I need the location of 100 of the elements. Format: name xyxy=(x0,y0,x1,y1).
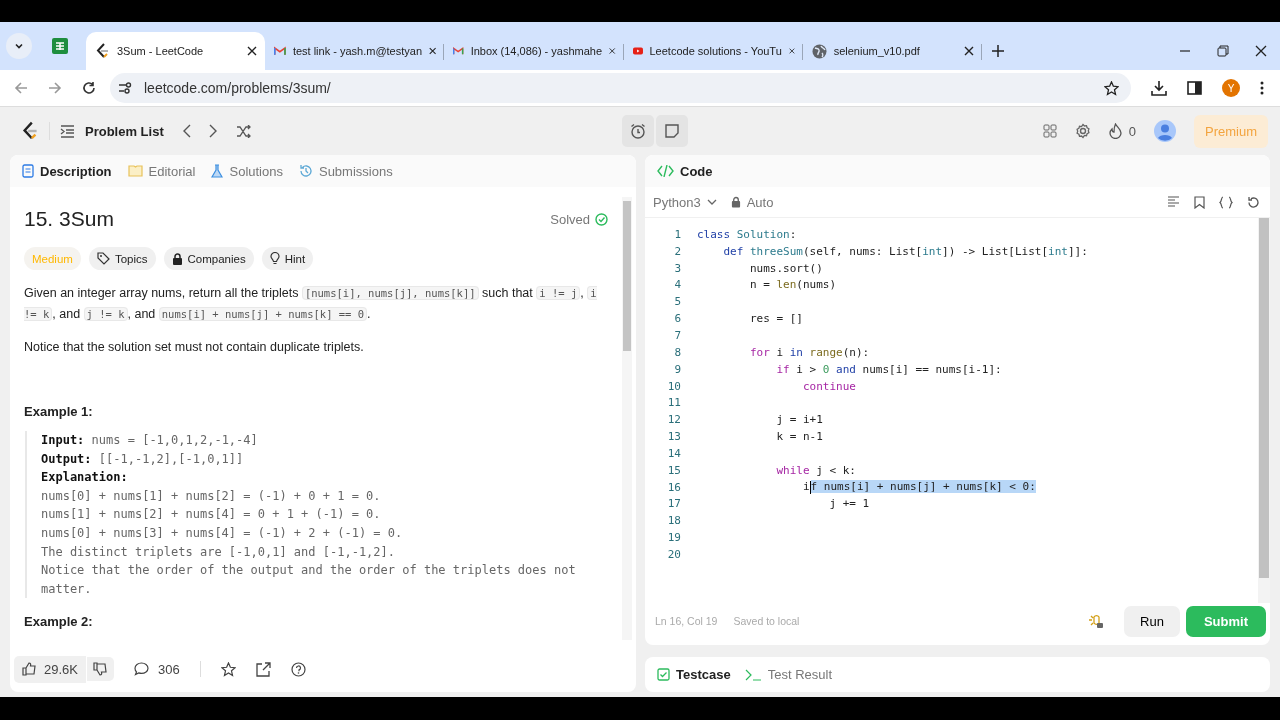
tag-chip[interactable]: Topics xyxy=(88,247,156,270)
like-button[interactable]: 29.6K xyxy=(14,655,86,683)
menu-icon[interactable] xyxy=(1260,81,1264,95)
code-line[interactable]: j += 1 xyxy=(697,497,870,511)
line-number: 7 xyxy=(673,329,681,342)
code-line[interactable]: res = [] xyxy=(697,312,803,326)
new-tab-icon[interactable] xyxy=(991,45,1004,57)
run-button[interactable]: Run xyxy=(1124,605,1180,637)
close-icon[interactable] xyxy=(429,46,437,56)
layout-icon[interactable] xyxy=(1042,124,1057,138)
scrollbar[interactable] xyxy=(1258,218,1270,603)
help-icon[interactable] xyxy=(290,661,306,677)
tag-chip[interactable]: Companies xyxy=(163,247,254,270)
flask-icon xyxy=(211,164,224,178)
mail-icon xyxy=(274,45,286,57)
reload-icon[interactable] xyxy=(82,81,96,95)
settings-icon[interactable] xyxy=(1074,123,1091,139)
chevron-down-icon xyxy=(706,199,717,205)
streak-counter[interactable]: 0 xyxy=(1108,123,1136,139)
notes-button[interactable] xyxy=(656,115,689,147)
leetcode-logo-icon[interactable] xyxy=(21,121,39,141)
braces-icon[interactable] xyxy=(1219,195,1233,209)
code-line[interactable]: for i in range(n): xyxy=(697,345,870,359)
bookmark-icon[interactable] xyxy=(1194,195,1205,209)
console-tab[interactable]: Test Result xyxy=(744,667,832,682)
language-dropdown[interactable]: Python3 xyxy=(653,194,717,210)
close-icon[interactable] xyxy=(1255,45,1268,57)
terminal-icon xyxy=(744,668,762,681)
line-number: 5 xyxy=(673,295,681,309)
code-line[interactable]: nums.sort() xyxy=(697,261,823,275)
next-icon[interactable] xyxy=(208,124,218,138)
auto-mode-toggle[interactable]: Auto xyxy=(730,194,774,210)
site-settings-icon[interactable] xyxy=(118,82,132,94)
close-icon[interactable] xyxy=(963,46,974,56)
line-number: 9 xyxy=(673,362,681,376)
history-icon xyxy=(298,164,313,178)
panel-tab[interactable]: Submissions xyxy=(298,163,393,179)
line-number: 3 xyxy=(673,261,681,275)
line-number: 1 xyxy=(673,227,681,241)
debug-locked-icon[interactable] xyxy=(1088,613,1105,629)
code-line[interactable]: if i > 0 and nums[i] == nums[i-1]: xyxy=(697,362,1002,376)
line-number: 14 xyxy=(666,446,681,460)
close-icon[interactable] xyxy=(788,46,795,56)
browser-tab[interactable]: Leetcode solutions - YouTu xyxy=(623,32,803,70)
user-avatar-icon[interactable] xyxy=(1154,120,1176,142)
code-icon xyxy=(657,165,674,177)
bookmark-star-icon[interactable] xyxy=(1104,80,1119,96)
lock-icon xyxy=(730,196,741,208)
browser-tab[interactable]: Inbox (14,086) - yashmahe xyxy=(444,32,624,70)
previous-icon[interactable] xyxy=(181,124,191,138)
browser-tab[interactable]: test link - yash.m@testyan xyxy=(265,32,445,70)
example-line: The distinct triplets are [-1,0,1] and [-1,-1,2]. xyxy=(41,543,396,561)
code-line[interactable]: class Solution: xyxy=(697,227,797,241)
panel-tab[interactable]: Solutions xyxy=(211,163,283,179)
code-line[interactable]: continue xyxy=(697,379,856,393)
mail-icon xyxy=(453,45,464,57)
chevron-down-icon xyxy=(14,41,24,51)
close-icon[interactable] xyxy=(609,46,616,56)
close-icon[interactable] xyxy=(247,46,258,56)
line-number: 17 xyxy=(666,497,681,511)
lightbulb-icon xyxy=(269,252,280,265)
tab-title: 3Sum - LeetCode xyxy=(117,45,205,57)
back-icon[interactable] xyxy=(14,81,28,95)
code-line[interactable]: def threeSum(self, nums: List[int]) -> List[List[int]]: xyxy=(697,244,1088,258)
panel-tab[interactable]: Description xyxy=(22,163,112,179)
dislike-button[interactable] xyxy=(87,657,114,681)
code-tab-title: Code xyxy=(657,163,713,179)
reset-icon[interactable] xyxy=(1247,195,1260,209)
cursor-position: Ln 16, Col 19 xyxy=(655,615,718,627)
favorite-star-icon[interactable] xyxy=(220,661,236,677)
spreadsheet-icon[interactable] xyxy=(52,38,68,54)
line-number: 16 xyxy=(666,480,681,494)
tab-title: Inbox (14,086) - yashmahe xyxy=(470,45,603,57)
code-line[interactable]: n = len(nums) xyxy=(697,278,837,292)
problem-title: 15. 3Sum xyxy=(24,207,114,231)
browser-tab[interactable]: selenium_v10.pdf xyxy=(802,32,982,70)
code-line[interactable]: while j < k: xyxy=(697,463,856,477)
download-icon[interactable] xyxy=(1151,80,1167,96)
address-bar[interactable]: leetcode.com/problems/3sum/ xyxy=(110,73,1131,103)
code-line[interactable]: j = i+1 xyxy=(697,413,823,427)
difficulty-badge: Medium xyxy=(24,247,81,270)
panel-tab[interactable]: Editorial xyxy=(127,163,196,179)
description-paragraph: Notice that the solution set must not contain duplicate triplets. xyxy=(24,339,365,356)
forward-icon[interactable] xyxy=(48,81,62,95)
side-panel-icon[interactable] xyxy=(1187,81,1202,95)
shuffle-icon[interactable] xyxy=(235,124,252,138)
comments-button[interactable]: 306 xyxy=(134,661,180,677)
check-circle-icon xyxy=(595,212,608,226)
restore-icon[interactable] xyxy=(1217,45,1230,57)
console-tab[interactable]: Testcase xyxy=(657,667,731,682)
scrollbar[interactable] xyxy=(622,197,632,640)
problem-list-link[interactable]: Problem List xyxy=(60,123,164,139)
alarm-clock-icon xyxy=(630,123,647,139)
share-icon[interactable] xyxy=(255,661,271,677)
tag-chip[interactable]: Hint xyxy=(261,247,314,270)
tab-title: Leetcode solutions - YouTu xyxy=(649,45,782,57)
flame-icon xyxy=(1108,123,1122,139)
code-line[interactable]: k = n-1 xyxy=(697,430,823,444)
browser-tab[interactable]: 3Sum - LeetCode xyxy=(86,32,266,70)
timer-button[interactable] xyxy=(622,115,655,147)
